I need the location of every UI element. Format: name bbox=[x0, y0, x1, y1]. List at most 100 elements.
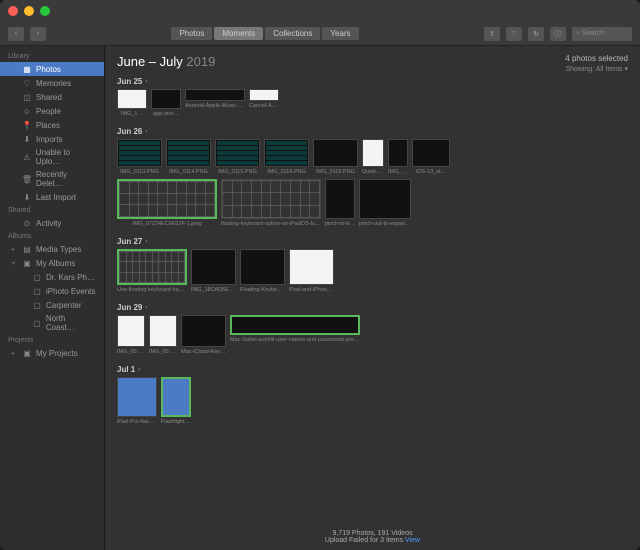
sidebar-label: Carpenter bbox=[46, 301, 82, 310]
minimize-icon[interactable] bbox=[24, 6, 34, 16]
sidebar-item-carpenter[interactable]: ▢ Carpenter bbox=[0, 298, 104, 312]
sidebar-item-people[interactable]: ☺People bbox=[0, 104, 104, 118]
sidebar-item-north-coast-[interactable]: ▢North Coast… bbox=[0, 312, 104, 334]
sidebar-icon: ◫ bbox=[22, 92, 32, 102]
moment-header[interactable]: Jun 25› bbox=[117, 77, 628, 86]
share-button[interactable]: ⇧ bbox=[484, 27, 500, 41]
photos-window: ‹ › PhotosMomentsCollectionsYears ⇧ ♡ ↻ … bbox=[0, 0, 640, 550]
photo-thumb[interactable]: IMG_0024.P… bbox=[149, 315, 177, 355]
thumbnail-caption: IMG_0118.PNG bbox=[316, 169, 355, 175]
photo-thumb[interactable]: pinch-to-br-za… bbox=[325, 179, 355, 227]
thumbnail-caption: Mac-Safari-autofill-user-names-and-passw… bbox=[230, 337, 360, 343]
zoom-icon[interactable] bbox=[40, 6, 50, 16]
thumb-row: IMG_0113.PNGIMG_0114.PNGIMG_0115.PNGIMG_… bbox=[117, 139, 628, 175]
photo-thumb[interactable]: IMG_0115.PNG bbox=[215, 139, 260, 175]
moment-header[interactable]: Jun 27› bbox=[117, 237, 628, 246]
disclosure-icon[interactable]: ▸ bbox=[12, 350, 18, 357]
sidebar-icon: ▢ bbox=[32, 286, 42, 296]
photo-thumb[interactable]: Floating-Keyboar… bbox=[240, 249, 285, 293]
photo-thumb[interactable]: IMG_0116.PNG bbox=[264, 139, 309, 175]
search-input[interactable]: ⌕ Search bbox=[572, 27, 632, 41]
photo-thumb[interactable]: IMG_0113.PNG bbox=[117, 139, 162, 175]
thumbnail-caption: Use-floating-keyboard-handle-to-spring-b… bbox=[117, 287, 187, 293]
moment-group: Jun 25› IMG_1… app-stor… Android-Apple-Musi… bbox=[117, 77, 628, 117]
tab-years[interactable]: Years bbox=[322, 27, 358, 40]
sidebar-item-activity[interactable]: ⊙Activity bbox=[0, 216, 104, 230]
library-stats: 9,719 Photos, 191 Videos Upload Failed f… bbox=[105, 524, 640, 550]
sidebar-icon: ▢ bbox=[32, 300, 42, 310]
photo-thumb[interactable]: iPad-and-iPhone… bbox=[289, 249, 334, 293]
chevron-right-icon: › bbox=[145, 79, 147, 85]
thumbnail-image bbox=[264, 139, 309, 167]
photo-thumb[interactable]: IMG_0114.PNG bbox=[166, 139, 211, 175]
moment-header[interactable]: Jun 26› bbox=[117, 127, 628, 136]
disclosure-icon[interactable]: ▸ bbox=[12, 246, 18, 253]
photo-thumb[interactable]: IMG_1… bbox=[117, 89, 147, 117]
sidebar: Library▦Photos♡Memories◫Shared☺People📍Pl… bbox=[0, 46, 105, 550]
sidebar-item-my-projects[interactable]: ▸▣My Projects bbox=[0, 346, 104, 360]
sidebar-label: Photos bbox=[36, 65, 61, 74]
sidebar-item-dr-kars-ph-[interactable]: ▢Dr. Kars Ph… bbox=[0, 270, 104, 284]
photo-thumb[interactable]: Android-Apple-Music-Subscription.jpg bbox=[185, 89, 245, 117]
sidebar-icon: ▢ bbox=[32, 272, 42, 282]
thumb-row: iPad-Pro-flashlig…Flashlight-widg… bbox=[117, 377, 628, 425]
favorite-button[interactable]: ♡ bbox=[506, 27, 522, 41]
photo-thumb[interactable]: QuickPath-keyb… bbox=[362, 139, 384, 175]
sidebar-label: People bbox=[36, 107, 61, 116]
tab-photos[interactable]: Photos bbox=[171, 27, 212, 40]
photo-thumb[interactable]: Use-floating-keyboard-handle-to-spring-b… bbox=[117, 249, 187, 293]
photo-thumb[interactable]: Cancel-Ap… bbox=[249, 89, 279, 117]
photo-thumb[interactable]: IMG_18CAD5E63… bbox=[191, 249, 236, 293]
photo-thumb[interactable]: app-stor… bbox=[151, 89, 181, 117]
sidebar-item-media-types[interactable]: ▸▤Media Types bbox=[0, 242, 104, 256]
sidebar-icon: ▦ bbox=[22, 64, 32, 74]
view-failed-link[interactable]: View bbox=[405, 537, 420, 544]
disclosure-icon[interactable]: ▾ bbox=[12, 260, 18, 267]
back-button[interactable]: ‹ bbox=[8, 27, 24, 41]
moment-header[interactable]: Jul 1› bbox=[117, 365, 628, 374]
sidebar-item-recently-delet-[interactable]: 🗑Recently Delet… bbox=[0, 168, 104, 190]
sidebar-item-photos[interactable]: ▦ Photos bbox=[0, 62, 104, 76]
thumbnail-image bbox=[117, 89, 147, 109]
moment-group: Jun 26› IMG_0113.PNGIMG_0114.PNGIMG_0115.… bbox=[117, 127, 628, 227]
photo-thumb[interactable]: Mac-Safari-autofill-user-names-and-passw… bbox=[230, 315, 360, 355]
photo-thumb[interactable]: pinch-out-to-expand-floating-keyboard-t… bbox=[359, 179, 411, 227]
sidebar-item-iphoto-events[interactable]: ▢iPhoto Events bbox=[0, 284, 104, 298]
thumb-row: Use-floating-keyboard-handle-to-spring-b… bbox=[117, 249, 628, 293]
photo-thumb[interactable]: IMG_07234EC6E52F-1.jpeg bbox=[117, 179, 217, 227]
thumbnail-caption: IMG_18CAD5E63… bbox=[191, 287, 236, 293]
thumbnail-caption: iPad-and-iPhone… bbox=[289, 287, 334, 293]
sidebar-item-unable-to-uplo-[interactable]: ⚠Unable to Uplo… bbox=[0, 146, 104, 168]
close-icon[interactable] bbox=[8, 6, 18, 16]
tab-moments[interactable]: Moments bbox=[214, 27, 263, 40]
sidebar-icon: ⊙ bbox=[22, 218, 32, 228]
sidebar-item-my-albums[interactable]: ▾▣My Albums bbox=[0, 256, 104, 270]
sidebar-item-places[interactable]: 📍Places bbox=[0, 118, 104, 132]
sidebar-icon: ▤ bbox=[22, 244, 32, 254]
thumbnail-caption: app-stor… bbox=[153, 111, 179, 117]
sidebar-item-imports[interactable]: ⬇Imports bbox=[0, 132, 104, 146]
photo-thumb[interactable]: floating-keyboard-option-on-iPadOS-full-… bbox=[221, 179, 321, 227]
thumb-row: IMG_0023.P…IMG_0024.P…Mac-iCloud-Keyc… Ma… bbox=[117, 315, 628, 355]
moment-header[interactable]: Jun 29› bbox=[117, 303, 628, 312]
info-button[interactable]: ⓘ bbox=[550, 27, 566, 41]
rotate-button[interactable]: ↻ bbox=[528, 27, 544, 41]
sidebar-label: My Albums bbox=[36, 259, 75, 268]
sidebar-header: Albums bbox=[0, 230, 104, 242]
sidebar-header: Projects bbox=[0, 334, 104, 346]
photo-thumb[interactable]: IMG_0118.PNG bbox=[313, 139, 358, 175]
thumbnail-caption: pinch-out-to-expand-floating-keyboard-t… bbox=[359, 221, 411, 227]
sidebar-item-shared[interactable]: ◫Shared bbox=[0, 90, 104, 104]
photo-thumb[interactable]: Mac-iCloud-Keyc… bbox=[181, 315, 226, 355]
photo-thumb[interactable]: iPad-Pro-flashlig… bbox=[117, 377, 157, 425]
photo-thumb[interactable]: IMG_0… bbox=[388, 139, 408, 175]
photo-thumb[interactable]: Flashlight-widg… bbox=[161, 377, 191, 425]
showing-filter[interactable]: Showing: All Items ▾ bbox=[565, 65, 628, 73]
photo-thumb[interactable]: IMG_0023.P… bbox=[117, 315, 145, 355]
photo-thumb[interactable]: iOS-13_st… bbox=[412, 139, 450, 175]
tab-collections[interactable]: Collections bbox=[265, 27, 320, 40]
sidebar-item-last-import[interactable]: ⬇Last Import bbox=[0, 190, 104, 204]
forward-button[interactable]: › bbox=[30, 27, 46, 41]
sidebar-item-memories[interactable]: ♡Memories bbox=[0, 76, 104, 90]
chevron-right-icon: › bbox=[138, 367, 140, 373]
